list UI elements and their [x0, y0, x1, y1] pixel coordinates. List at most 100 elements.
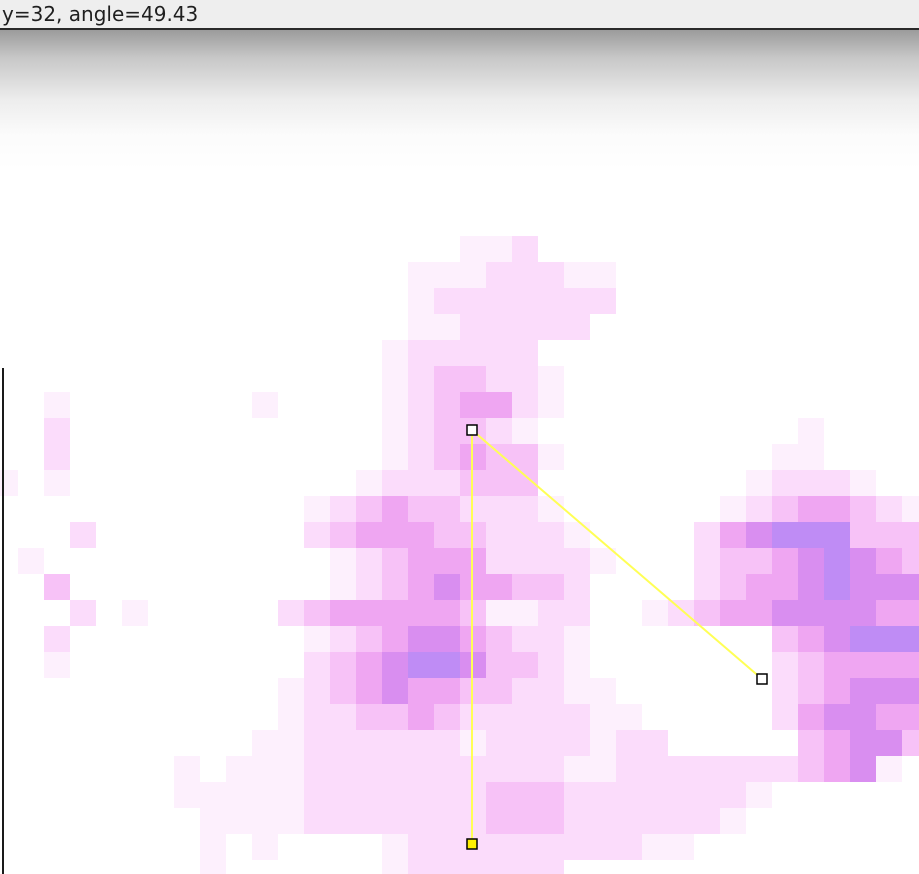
image-pixel: [538, 366, 564, 392]
image-pixel: [512, 392, 538, 418]
image-pixel: [772, 600, 798, 626]
image-pixel: [382, 392, 408, 418]
image-pixel: [668, 782, 694, 808]
image-pixel: [694, 522, 720, 548]
image-pixel: [408, 314, 434, 340]
image-pixel: [408, 392, 434, 418]
image-pixel: [512, 574, 538, 600]
image-pixel: [772, 704, 798, 730]
image-pixel: [434, 834, 460, 860]
image-pixel: [434, 860, 460, 874]
image-pixel: [512, 860, 538, 874]
image-pixel: [564, 652, 590, 678]
image-pixel: [512, 704, 538, 730]
image-pixel: [824, 626, 850, 652]
image-pixel: [746, 496, 772, 522]
image-pixel: [720, 548, 746, 574]
image-pixel: [902, 626, 919, 652]
image-pixel: [772, 652, 798, 678]
image-pixel: [382, 652, 408, 678]
image-pixel: [252, 782, 278, 808]
image-pixel: [122, 600, 148, 626]
image-pixel: [70, 522, 96, 548]
image-pixel: [876, 652, 902, 678]
image-pixel: [512, 652, 538, 678]
image-pixel: [44, 392, 70, 418]
image-pixel: [824, 548, 850, 574]
image-pixel: [304, 730, 330, 756]
anchor-handle-selected[interactable]: [466, 838, 478, 850]
image-window: y=32, angle=49.43: [0, 0, 919, 874]
image-pixel: [772, 470, 798, 496]
image-pixel: [902, 704, 919, 730]
image-pixel: [356, 496, 382, 522]
image-pixel: [408, 704, 434, 730]
image-pixel: [434, 574, 460, 600]
image-pixel: [408, 652, 434, 678]
image-pixel: [798, 730, 824, 756]
image-pixel: [408, 262, 434, 288]
image-pixel: [694, 756, 720, 782]
image-pixel: [408, 600, 434, 626]
image-pixel: [486, 340, 512, 366]
image-pixel: [512, 444, 538, 470]
image-pixel: [746, 470, 772, 496]
image-pixel: [564, 600, 590, 626]
window-shadow: [0, 30, 919, 170]
image-pixel: [278, 678, 304, 704]
image-pixel: [564, 678, 590, 704]
image-pixel: [876, 522, 902, 548]
image-pixel: [486, 392, 512, 418]
image-pixel: [434, 288, 460, 314]
image-pixel: [668, 834, 694, 860]
image-pixel: [460, 314, 486, 340]
image-pixel: [408, 418, 434, 444]
image-pixel: [200, 860, 226, 874]
image-pixel: [408, 444, 434, 470]
image-pixel: [824, 678, 850, 704]
image-pixel: [356, 470, 382, 496]
image-pixel: [642, 756, 668, 782]
image-pixel: [538, 262, 564, 288]
image-pixel: [408, 340, 434, 366]
image-pixel: [512, 626, 538, 652]
image-pixel: [850, 600, 876, 626]
image-pixel: [382, 366, 408, 392]
image-pixel: [538, 626, 564, 652]
image-pixel: [564, 548, 590, 574]
image-pixel: [616, 704, 642, 730]
image-pixel: [408, 522, 434, 548]
image-pixel: [486, 678, 512, 704]
image-pixel: [382, 678, 408, 704]
image-pixel: [330, 704, 356, 730]
image-pixel: [798, 418, 824, 444]
image-pixel: [304, 496, 330, 522]
image-pixel: [772, 678, 798, 704]
image-pixel: [44, 418, 70, 444]
image-pixel: [304, 756, 330, 782]
image-pixel: [798, 522, 824, 548]
image-pixel: [564, 626, 590, 652]
image-pixel: [330, 522, 356, 548]
image-pixel: [382, 496, 408, 522]
image-pixel: [720, 522, 746, 548]
image-pixel: [382, 600, 408, 626]
image-pixel: [174, 756, 200, 782]
image-pixel: [798, 626, 824, 652]
image-pixel: [538, 756, 564, 782]
vertex-handle[interactable]: [466, 424, 478, 436]
image-pixel: [538, 574, 564, 600]
image-pixel: [798, 444, 824, 470]
image-pixel: [44, 444, 70, 470]
image-pixel: [590, 288, 616, 314]
image-pixel: [850, 522, 876, 548]
image-pixel: [512, 600, 538, 626]
image-pixel: [512, 340, 538, 366]
image-pixel: [460, 392, 486, 418]
arm-end-handle[interactable]: [756, 673, 768, 685]
image-pixel: [408, 756, 434, 782]
image-pixel: [44, 626, 70, 652]
image-pixel: [408, 678, 434, 704]
image-pixel: [408, 730, 434, 756]
image-pixel: [772, 574, 798, 600]
